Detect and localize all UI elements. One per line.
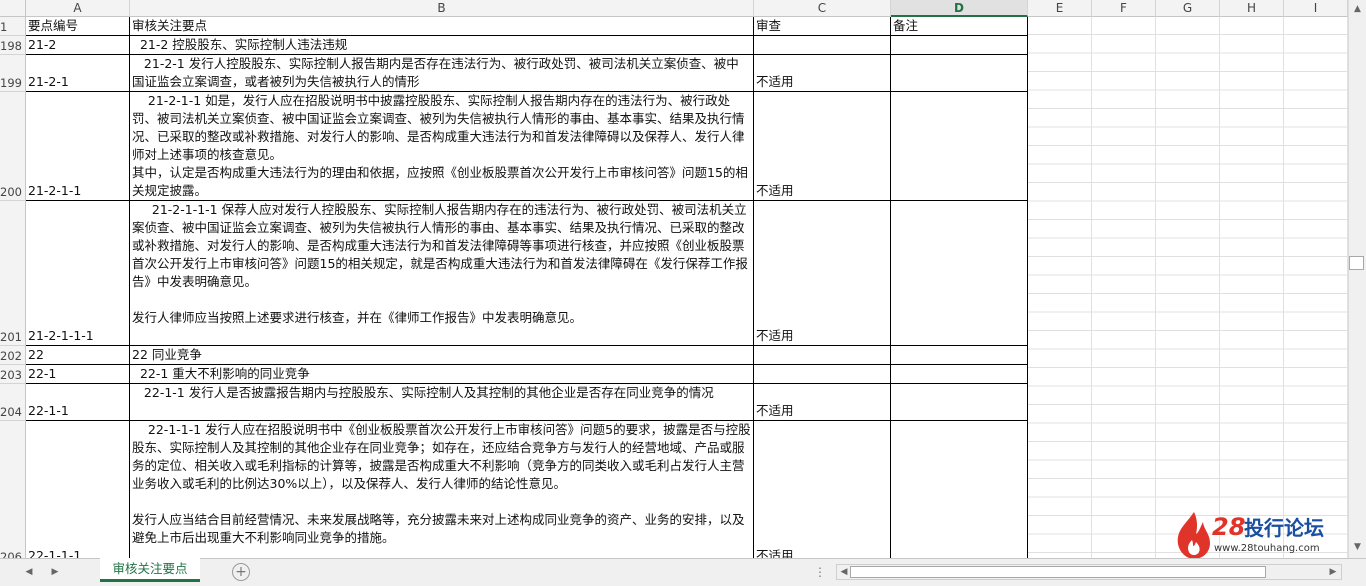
scroll-right-icon[interactable]: ▶ bbox=[1327, 565, 1339, 579]
table-cell-id[interactable]: 22-1-1-1 bbox=[26, 421, 130, 558]
empty-cells-area[interactable] bbox=[1028, 17, 1348, 558]
table-cell-points[interactable]: 21-2-1-1 如是，发行人应在招股说明书中披露控股股东、实际控制人报告期内存… bbox=[130, 92, 754, 201]
tab-scroll-right-icon[interactable]: ▶ bbox=[48, 565, 62, 579]
table-cell-notes[interactable] bbox=[891, 384, 1028, 421]
table-cell-review[interactable]: 不适用 bbox=[754, 421, 891, 558]
cell-id-text: 21-2-1 bbox=[28, 74, 69, 89]
header-cell-id-text: 要点编号 bbox=[28, 18, 79, 33]
header-cell-review[interactable]: 审查 bbox=[754, 17, 891, 36]
table-cell-notes[interactable] bbox=[891, 55, 1028, 92]
tab-sheet[interactable]: 审核关注要点 bbox=[100, 558, 200, 582]
watermark-logo: 28 投行论坛 www.28touhang.com bbox=[1170, 510, 1340, 560]
cell-id-text: 22 bbox=[28, 347, 44, 362]
scroll-up-icon[interactable]: ▲ bbox=[1350, 2, 1365, 16]
table-cell-review[interactable] bbox=[754, 36, 891, 55]
tab-scroll-left-icon[interactable]: ◀ bbox=[22, 565, 36, 579]
table-cell-points[interactable]: 22-1 重大不利影响的同业竞争 bbox=[130, 365, 754, 384]
select-all-corner[interactable] bbox=[0, 0, 26, 17]
table-cell-id[interactable]: 21-2-1-1 bbox=[26, 92, 130, 201]
table-cell-review[interactable]: 不适用 bbox=[754, 201, 891, 346]
header-cell-points[interactable]: 审核关注要点 bbox=[130, 17, 754, 36]
header-cell-points-text: 审核关注要点 bbox=[132, 18, 208, 33]
watermark-brand-number: 28 bbox=[1212, 513, 1246, 541]
row-header[interactable]: 198 bbox=[0, 36, 26, 55]
row-header[interactable]: 201 bbox=[0, 201, 26, 346]
table-cell-notes[interactable] bbox=[891, 421, 1028, 558]
table-cell-id[interactable]: 21-2-1-1-1 bbox=[26, 201, 130, 346]
cell-review-text: 不适用 bbox=[756, 74, 794, 89]
table-cell-points[interactable]: 21-2 控股股东、实际控制人违法违规 bbox=[130, 36, 754, 55]
row-header[interactable]: 200 bbox=[0, 92, 26, 201]
table-cell-points[interactable]: 21-2-1 发行人控股股东、实际控制人报告期内是否存在违法行为、被行政处罚、被… bbox=[130, 55, 754, 92]
spreadsheet-grid: A B C D E F G H I 1 要点编号 审核关注要点 审查 备注 19… bbox=[0, 0, 1348, 558]
row-header[interactable]: 206 bbox=[0, 421, 26, 558]
row-header[interactable]: 1 bbox=[0, 17, 26, 36]
table-cell-id[interactable]: 22-1-1 bbox=[26, 384, 130, 421]
cell-id-text: 21-2-1-1-1 bbox=[28, 328, 94, 343]
table-cell-id[interactable]: 22-1 bbox=[26, 365, 130, 384]
table-cell-points[interactable]: 22-1-1-1 发行人应在招股说明书中《创业板股票首次公开发行上市审核问答》问… bbox=[130, 421, 754, 558]
column-header-e[interactable]: E bbox=[1028, 0, 1092, 17]
column-header-c[interactable]: C bbox=[754, 0, 891, 17]
watermark-brand-text: 投行论坛 bbox=[1244, 516, 1324, 540]
header-cell-review-text: 审查 bbox=[756, 18, 782, 33]
cell-points-text: 21-2 控股股东、实际控制人违法违规 bbox=[132, 37, 348, 52]
row-header[interactable]: 199 bbox=[0, 55, 26, 92]
more-options-icon[interactable]: ⋮ bbox=[814, 563, 826, 581]
table-cell-points[interactable]: 22-1-1 发行人是否披露报告期内与控股股东、实际控制人及其控制的其他企业是否… bbox=[130, 384, 754, 421]
cell-id-text: 21-2-1-1 bbox=[28, 183, 82, 198]
cell-review-text: 不适用 bbox=[756, 403, 794, 418]
horizontal-scroll-thumb[interactable] bbox=[850, 566, 1266, 578]
row-header[interactable]: 202 bbox=[0, 346, 26, 365]
column-header-i[interactable]: I bbox=[1284, 0, 1348, 17]
table-cell-id[interactable]: 21-2 bbox=[26, 36, 130, 55]
table-cell-review[interactable]: 不适用 bbox=[754, 55, 891, 92]
table-cell-notes[interactable] bbox=[891, 365, 1028, 384]
cell-review-text: 不适用 bbox=[756, 548, 794, 558]
column-header-f[interactable]: F bbox=[1092, 0, 1156, 17]
column-header-g[interactable]: G bbox=[1156, 0, 1220, 17]
table-cell-notes[interactable] bbox=[891, 92, 1028, 201]
cell-id-text: 22-1-1 bbox=[28, 403, 69, 418]
scroll-down-icon[interactable]: ▼ bbox=[1350, 540, 1365, 554]
column-header-b[interactable]: B bbox=[130, 0, 754, 17]
cell-id-text: 21-2 bbox=[28, 37, 57, 52]
header-cell-notes[interactable]: 备注 bbox=[891, 17, 1028, 36]
cell-id-text: 22-1 bbox=[28, 366, 57, 381]
table-cell-notes[interactable] bbox=[891, 36, 1028, 55]
column-header-d[interactable]: D bbox=[891, 0, 1028, 17]
watermark-url: www.28touhang.com bbox=[1214, 543, 1320, 554]
header-cell-id[interactable]: 要点编号 bbox=[26, 17, 130, 36]
table-cell-id[interactable]: 22 bbox=[26, 346, 130, 365]
table-cell-notes[interactable] bbox=[891, 201, 1028, 346]
row-header[interactable]: 204 bbox=[0, 384, 26, 421]
table-cell-id[interactable]: 21-2-1 bbox=[26, 55, 130, 92]
flame-icon bbox=[1177, 512, 1210, 559]
column-header-a[interactable]: A bbox=[26, 0, 130, 17]
cell-points-text: 22-1 重大不利影响的同业竞争 bbox=[132, 366, 310, 381]
table-cell-review[interactable] bbox=[754, 346, 891, 365]
header-cell-notes-text: 备注 bbox=[893, 18, 919, 33]
table-cell-review[interactable] bbox=[754, 365, 891, 384]
table-cell-points[interactable]: 21-2-1-1-1 保荐人应对发行人控股股东、实际控制人报告期内存在的违法行为… bbox=[130, 201, 754, 346]
row-header[interactable]: 203 bbox=[0, 365, 26, 384]
table-cell-review[interactable]: 不适用 bbox=[754, 384, 891, 421]
cell-points-text: 22 同业竞争 bbox=[132, 347, 202, 362]
table-cell-points[interactable]: 22 同业竞争 bbox=[130, 346, 754, 365]
column-header-h[interactable]: H bbox=[1220, 0, 1284, 17]
cell-id-text: 22-1-1-1 bbox=[28, 548, 82, 558]
table-cell-notes[interactable] bbox=[891, 346, 1028, 365]
cell-review-text: 不适用 bbox=[756, 183, 794, 198]
cell-review-text: 不适用 bbox=[756, 328, 794, 343]
plus-circle-icon[interactable]: + bbox=[232, 563, 250, 581]
vertical-scrollbar[interactable]: ▲ ▼ bbox=[1348, 0, 1366, 558]
scroll-left-icon[interactable]: ◀ bbox=[838, 565, 850, 579]
vertical-scroll-thumb[interactable] bbox=[1349, 256, 1364, 270]
table-cell-review[interactable]: 不适用 bbox=[754, 92, 891, 201]
